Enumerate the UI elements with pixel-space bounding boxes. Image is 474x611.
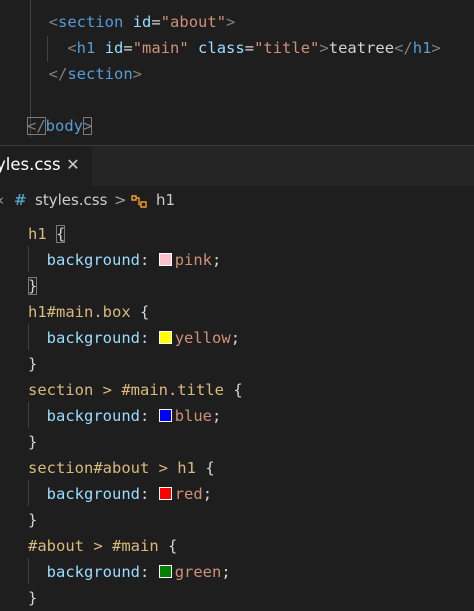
color-swatch[interactable] xyxy=(158,565,172,578)
colon: : xyxy=(140,563,150,581)
selector: #about > #main xyxy=(28,537,159,555)
tag-bracket: > xyxy=(226,13,236,31)
color-swatch[interactable] xyxy=(158,331,172,344)
close-icon[interactable]: ✕ xyxy=(64,156,82,174)
brace: } xyxy=(28,355,38,373)
css-selector-line[interactable]: h1 { xyxy=(28,221,66,247)
brace: { xyxy=(140,303,150,321)
tag-bracket: </ xyxy=(48,65,68,83)
property-value: green xyxy=(174,563,222,581)
element-text: teatree xyxy=(328,39,395,57)
equals: = xyxy=(151,13,161,31)
tab-styles-css[interactable]: yles.css ✕ xyxy=(0,146,93,186)
color-swatch[interactable] xyxy=(158,253,172,266)
property-name: background xyxy=(46,329,140,347)
property-value: blue xyxy=(174,407,213,425)
tag-bracket: < xyxy=(48,13,59,31)
html-editor-pane[interactable]: <section id="about"> <h1 id="main" class… xyxy=(0,0,474,145)
css-selector-line[interactable]: section#about > h1 { xyxy=(28,455,215,481)
css-declaration-line[interactable]: background: red; xyxy=(28,481,212,507)
tag-name: h1 xyxy=(76,39,96,57)
breadcrumb-file[interactable]: styles.css xyxy=(35,191,107,209)
css-close-line[interactable]: } xyxy=(28,507,37,533)
tag-name: h1 xyxy=(412,39,432,57)
equals: = xyxy=(244,39,255,57)
colon: : xyxy=(140,407,150,425)
equals: = xyxy=(123,39,133,57)
symbol-class-icon xyxy=(130,193,148,209)
selector: h1#main.box xyxy=(28,303,131,321)
tab-label: yles.css xyxy=(0,155,61,174)
breadcrumb: ‹ # styles.css > h1 xyxy=(0,186,474,216)
css-declaration-line[interactable]: background: yellow; xyxy=(28,325,240,351)
html-line-h1[interactable]: <h1 id="main" class="title">teatree</h1> xyxy=(30,35,441,61)
html-line-section-close[interactable]: </section> xyxy=(30,61,142,87)
brace: { xyxy=(233,381,243,399)
css-declaration-line[interactable]: background: green; xyxy=(28,559,231,585)
breadcrumb-symbol[interactable]: h1 xyxy=(156,191,175,209)
css-close-line[interactable]: } xyxy=(28,429,37,455)
selector: h1 xyxy=(28,225,47,243)
property-name: background xyxy=(46,251,140,269)
attribute-value: "title" xyxy=(254,39,320,57)
breadcrumb-separator: > xyxy=(114,191,127,209)
matched-bracket: { xyxy=(56,225,66,243)
semicolon: ; xyxy=(221,563,231,581)
css-declaration-line[interactable]: background: pink; xyxy=(28,247,222,273)
colon: : xyxy=(140,329,150,347)
colon: : xyxy=(140,485,150,503)
brace: } xyxy=(28,511,38,529)
attribute-value: "about" xyxy=(160,13,227,31)
semicolon: ; xyxy=(212,251,222,269)
property-name: background xyxy=(46,407,140,425)
css-close-line[interactable]: } xyxy=(28,585,37,611)
property-value: pink xyxy=(174,251,213,269)
matched-bracket: </ xyxy=(27,117,46,135)
tag-name: section xyxy=(67,65,133,83)
matched-bracket: > xyxy=(83,117,93,135)
selector: section > #main.title xyxy=(28,381,224,399)
attribute-name: class xyxy=(198,39,245,57)
css-declaration-line[interactable]: background: blue; xyxy=(28,403,222,429)
html-line-section-open[interactable]: <section id="about"> xyxy=(30,9,236,35)
brace: } xyxy=(28,433,38,451)
tag-bracket: < xyxy=(67,39,77,57)
tag-bracket: > xyxy=(431,39,441,57)
semicolon: ; xyxy=(202,485,213,503)
semicolon: ; xyxy=(212,407,222,425)
property-name: background xyxy=(46,563,140,581)
css-close-line[interactable]: } xyxy=(28,273,38,299)
css-selector-line[interactable]: h1#main.box { xyxy=(28,299,149,325)
css-selector-line[interactable]: section > #main.title { xyxy=(28,377,243,403)
colon: : xyxy=(140,251,150,269)
color-swatch[interactable] xyxy=(158,409,172,422)
attribute-name: id xyxy=(132,13,152,31)
semicolon: ; xyxy=(230,329,241,347)
brace: { xyxy=(168,537,178,555)
attribute-value: "main" xyxy=(132,39,189,57)
attribute-name: id xyxy=(104,39,124,57)
tag-name: body xyxy=(45,117,83,135)
tag-name: section xyxy=(58,13,124,31)
brace: } xyxy=(28,589,38,607)
color-swatch[interactable] xyxy=(158,487,172,500)
css-selector-line[interactable]: #about > #main { xyxy=(28,533,177,559)
html-line-body-close[interactable]: </body> xyxy=(27,113,93,139)
brace: { xyxy=(205,459,215,477)
property-value: yellow xyxy=(174,329,231,347)
tag-bracket: > xyxy=(132,65,143,83)
tag-bracket: </ xyxy=(394,39,413,57)
css-file-icon: # xyxy=(14,191,27,209)
matched-bracket: } xyxy=(28,277,38,295)
selector: section#about > h1 xyxy=(28,459,196,477)
property-name: background xyxy=(46,485,140,503)
chevron-left-icon[interactable]: ‹ xyxy=(0,191,4,209)
css-close-line[interactable]: } xyxy=(28,351,37,377)
tag-bracket: > xyxy=(319,39,329,57)
property-value: red xyxy=(174,485,203,503)
tab-bar: yles.css ✕ xyxy=(0,146,474,186)
